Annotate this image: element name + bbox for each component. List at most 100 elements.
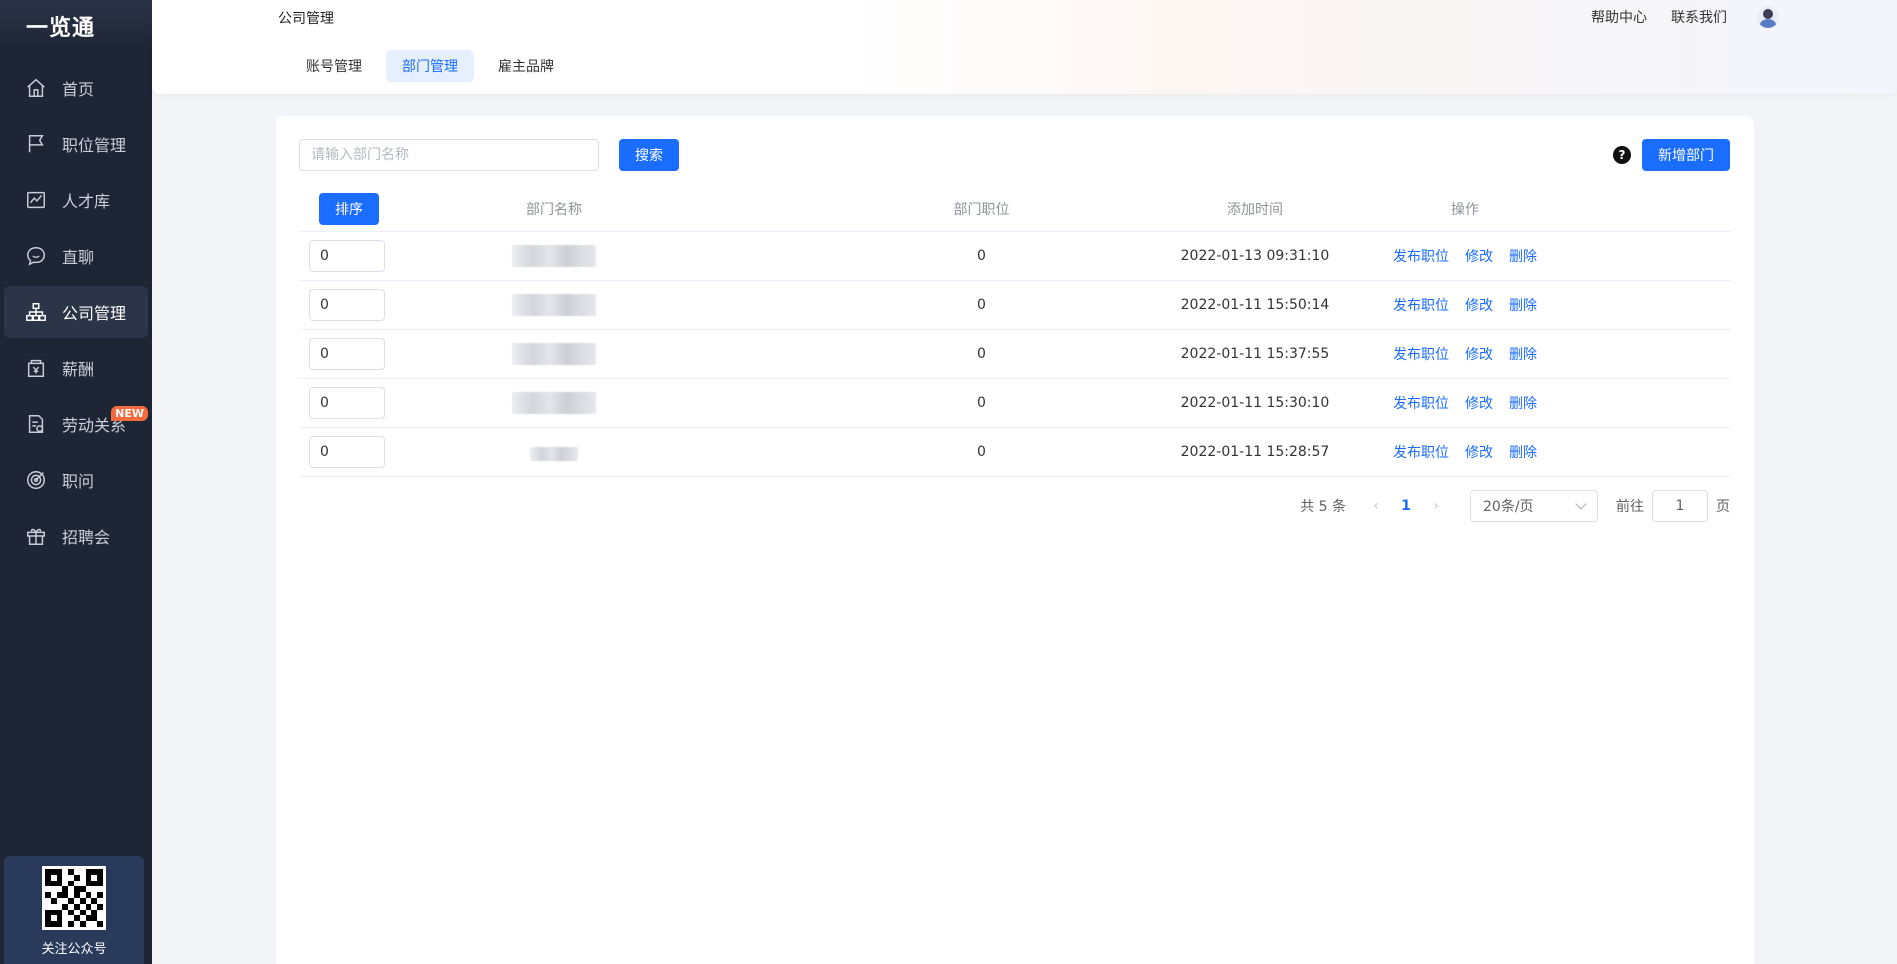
page-number-current[interactable]: 1 [1388,498,1424,514]
department-name-redacted [512,245,596,267]
sidebar-item-chat[interactable]: 直聊 [4,230,148,282]
sidebar-item-salary[interactable]: 薪酬 [4,342,148,394]
delete-link[interactable]: 删除 [1509,246,1537,266]
column-header-ops: 操作 [1451,201,1479,218]
target-icon [24,468,48,492]
edit-link[interactable]: 修改 [1465,295,1493,315]
sidebar-item-qa[interactable]: 职问 [4,454,148,506]
chart-line-icon [24,188,48,212]
sidebar-item-home[interactable]: 首页 [4,62,148,114]
sidebar-item-company[interactable]: 公司管理 [4,286,148,338]
help-center-link[interactable]: 帮助中心 [1591,7,1647,27]
search-button[interactable]: 搜索 [619,139,679,171]
new-badge: NEW [111,406,148,421]
edit-link[interactable]: 修改 [1465,442,1493,462]
column-header-name: 部门名称 [526,201,582,218]
department-added-time: 2022-01-11 15:30:10 [1180,395,1330,411]
delete-link[interactable]: 删除 [1509,393,1537,413]
tab-employer-brand[interactable]: 雇主品牌 [482,50,570,82]
tab-department-management[interactable]: 部门管理 [386,50,474,82]
department-search-input[interactable] [299,139,599,171]
sidebar-item-jobs[interactable]: 职位管理 [4,118,148,170]
contract-icon [24,412,48,436]
table-row: 0 2022-01-11 15:30:10 发布职位 修改 删除 [299,379,1731,428]
tab-account-management[interactable]: 账号管理 [290,50,378,82]
page-size-select[interactable]: 20条/页 [1470,490,1598,522]
sort-button[interactable]: 排序 [319,192,379,225]
sidebar-item-talent[interactable]: 人才库 [4,174,148,226]
publish-job-link[interactable]: 发布职位 [1393,393,1449,413]
sidebar-item-fair[interactable]: 招聘会 [4,510,148,562]
department-table: 排序 部门名称 部门职位 添加时间 操作 0 2022-01-13 09:31:… [299,186,1731,477]
header-actions: 帮助中心 联系我们 [1567,6,1779,28]
prev-page-icon[interactable]: ‹ [1364,498,1388,514]
department-job-count: 0 [977,444,986,460]
delete-link[interactable]: 删除 [1509,442,1537,462]
department-card: 搜索 ? 新增部门 排序 部门名称 部门职位 添加时间 操作 0 2022-01… [276,116,1754,964]
home-icon [24,76,48,100]
goto-page-input[interactable] [1652,490,1708,522]
department-job-count: 0 [977,346,986,362]
flag-icon [24,132,48,156]
chat-icon [24,244,48,268]
sidebar-item-label: 首页 [62,80,95,99]
qr-label: 关注公众号 [41,942,107,957]
contact-us-link[interactable]: 联系我们 [1671,7,1727,27]
pagination-total: 共 5 条 [1300,499,1346,515]
table-row: 0 2022-01-11 15:37:55 发布职位 修改 删除 [299,330,1731,379]
avatar[interactable] [1757,6,1779,28]
delete-link[interactable]: 删除 [1509,295,1537,315]
publish-job-link[interactable]: 发布职位 [1393,344,1449,364]
goto-label: 前往 [1616,499,1644,515]
sidebar-item-label: 人才库 [62,192,111,211]
department-name-redacted [512,294,596,316]
qr-code [42,866,106,930]
delete-link[interactable]: 删除 [1509,344,1537,364]
department-job-count: 0 [977,297,986,313]
page-title: 公司管理 [278,11,334,27]
table-row: 0 2022-01-13 09:31:10 发布职位 修改 删除 [299,232,1731,281]
column-header-count: 部门职位 [953,201,1010,218]
edit-link[interactable]: 修改 [1465,344,1493,364]
sort-order-input[interactable] [309,289,385,321]
next-page-icon[interactable]: › [1424,498,1448,514]
sort-order-input[interactable] [309,387,385,419]
page-header: 公司管理 帮助中心 联系我们 账号管理 部门管理 雇主品牌 [152,0,1897,94]
table-row: 0 2022-01-11 15:28:57 发布职位 修改 删除 [299,428,1731,477]
sidebar-item-label: 职问 [62,472,95,491]
add-department-button[interactable]: 新增部门 [1642,139,1730,171]
wallet-icon [24,356,48,380]
sidebar-item-labor[interactable]: 劳动关系 NEW [4,398,148,450]
department-name-redacted [530,447,578,461]
department-added-time: 2022-01-13 09:31:10 [1180,248,1330,264]
sidebar-nav: 首页 职位管理 人才库 直聊 公司管理 薪酬 劳动关系 NEW 职问 招聘会 [0,62,152,562]
sort-order-input[interactable] [309,338,385,370]
department-name-redacted [512,343,596,365]
goto-suffix: 页 [1716,499,1730,515]
column-header-time: 添加时间 [1227,201,1283,218]
chevron-down-icon [1575,498,1587,510]
table-row: 0 2022-01-11 15:50:14 发布职位 修改 删除 [299,281,1731,330]
edit-link[interactable]: 修改 [1465,246,1493,266]
app-logo[interactable]: 一览通 [0,0,152,52]
department-job-count: 0 [977,248,986,264]
sidebar-item-label: 职位管理 [62,136,127,155]
pagination: 共 5 条 ‹ 1 › 20条/页 前往 页 [1300,490,1730,522]
sidebar-item-label: 公司管理 [62,304,127,323]
publish-job-link[interactable]: 发布职位 [1393,442,1449,462]
page-size-value: 20条/页 [1483,499,1534,515]
department-added-time: 2022-01-11 15:50:14 [1180,297,1330,313]
sort-order-input[interactable] [309,436,385,468]
sort-order-input[interactable] [309,240,385,272]
publish-job-link[interactable]: 发布职位 [1393,295,1449,315]
publish-job-link[interactable]: 发布职位 [1393,246,1449,266]
sub-tabs: 账号管理 部门管理 雇主品牌 [290,50,578,82]
question-icon[interactable]: ? [1613,146,1631,164]
department-added-time: 2022-01-11 15:28:57 [1180,444,1330,460]
edit-link[interactable]: 修改 [1465,393,1493,413]
department-job-count: 0 [977,395,986,411]
sort-column-header: 排序 [299,192,399,225]
org-chart-icon [24,300,48,324]
sidebar-item-label: 招聘会 [62,528,111,547]
sidebar-item-label: 薪酬 [62,360,95,379]
